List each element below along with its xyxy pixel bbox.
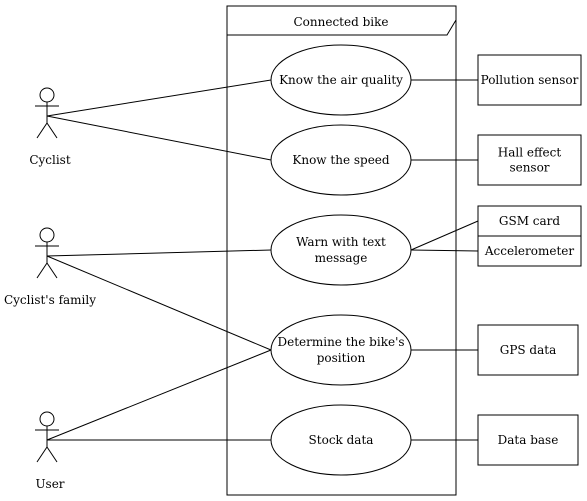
external-db[interactable]: Data base: [477, 414, 579, 466]
external-gps[interactable]: GPS data: [477, 324, 579, 376]
use-case-label: Know the speed: [292, 153, 390, 167]
actor-cyclist[interactable]: Cyclist: [29, 87, 71, 167]
external-gsm[interactable]: GSM card: [477, 205, 582, 237]
actor-label: User: [35, 477, 64, 491]
use-case-position[interactable]: Determine the bike's position: [270, 314, 412, 386]
association-line: [410, 249, 479, 252]
external-label: sensor: [509, 161, 549, 175]
actor-head-icon: [39, 87, 55, 103]
use-case-stock[interactable]: Stock data: [270, 404, 412, 476]
actor-head-icon: [39, 227, 55, 243]
external-label: Hall effect: [498, 146, 562, 160]
association-line: [46, 115, 272, 161]
use-case-label: Stock data: [309, 433, 374, 447]
actor-family[interactable]: Cyclist's family: [4, 227, 96, 307]
use-case-label: Determine the bike's: [277, 335, 404, 349]
association-line: [410, 220, 479, 251]
external-label: Data base: [498, 433, 559, 447]
actor-label: Cyclist: [29, 153, 71, 167]
use-case-label: message: [315, 251, 368, 265]
actor-user[interactable]: User: [35, 411, 65, 491]
association-line: [46, 79, 272, 117]
external-hall[interactable]: Hall effectsensor: [477, 134, 582, 186]
use-case-air[interactable]: Know the air quality: [270, 44, 412, 116]
actor-head-icon: [39, 411, 55, 427]
actor-label: Cyclist's family: [4, 293, 96, 307]
use-case-diagram: Connected bike Cyclist Cyclist's family Us…: [4, 5, 582, 496]
use-case-label: Warn with text: [296, 235, 386, 249]
external-label: GPS data: [500, 343, 557, 357]
system-title: Connected bike: [294, 15, 389, 29]
external-label: Accelerometer: [484, 244, 575, 258]
use-case-warn[interactable]: Warn with text message: [270, 214, 412, 286]
association-line: [46, 349, 272, 441]
external-label: GSM card: [499, 214, 561, 228]
external-accel[interactable]: Accelerometer: [477, 235, 582, 267]
use-case-label: Know the air quality: [279, 73, 403, 87]
use-case-speed[interactable]: Know the speed: [270, 124, 412, 196]
association-line: [46, 249, 272, 257]
external-pollution[interactable]: Pollution sensor: [477, 54, 582, 106]
external-label: Pollution sensor: [481, 73, 579, 87]
use-case-label: position: [317, 351, 366, 365]
associations: [46, 79, 479, 441]
